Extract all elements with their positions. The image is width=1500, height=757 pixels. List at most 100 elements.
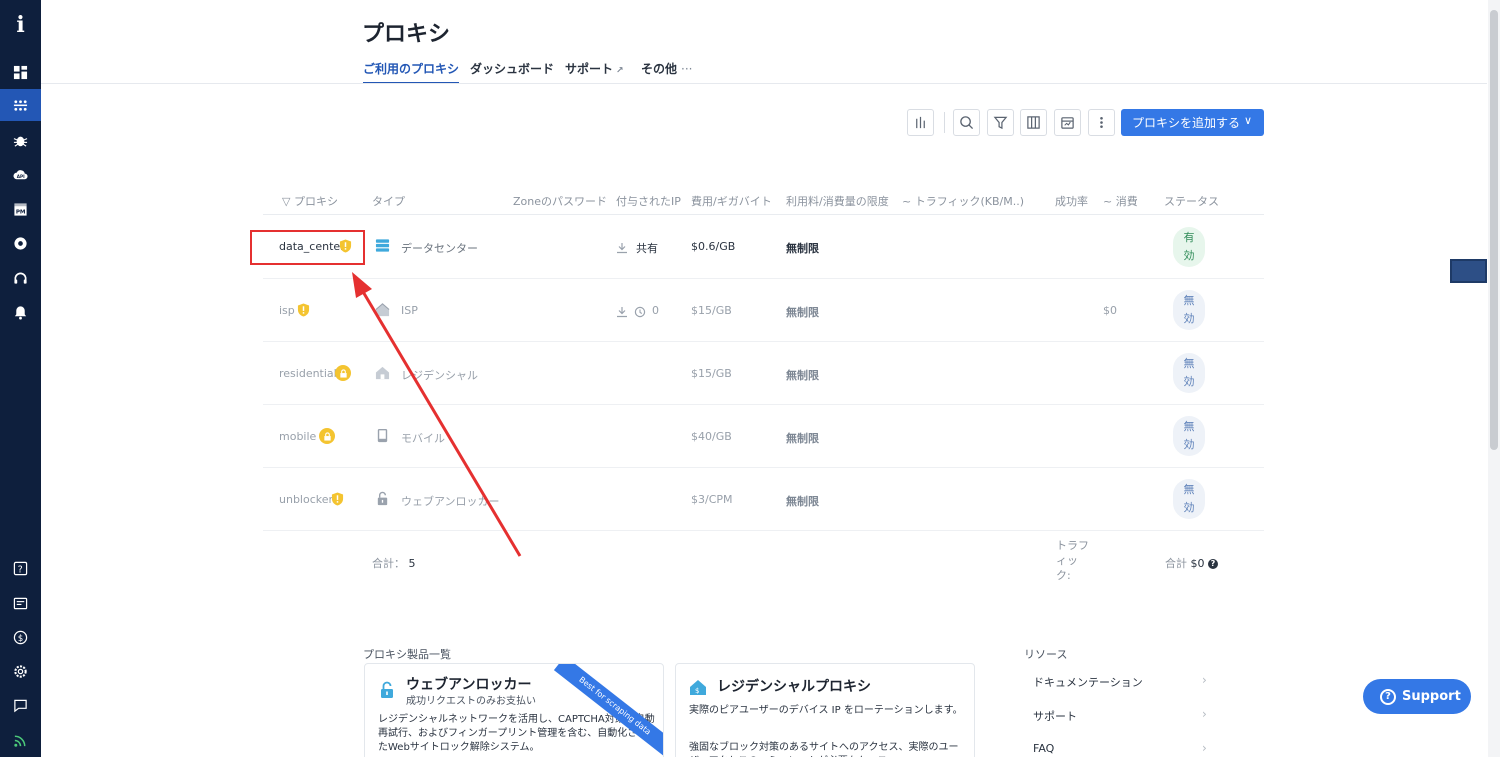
chart-icon[interactable] (907, 109, 934, 136)
status-badge[interactable]: 無効 (1173, 290, 1205, 330)
help-icon[interactable]: ? (0, 552, 41, 584)
product-card-web-unlocker[interactable]: ウェブアンロッカー 成功リクエストのみお支払い レジデンシャルネットワークを活用… (364, 663, 664, 757)
type-label: レジデンシャル (401, 369, 478, 382)
type-label: ウェブアンロッカー (401, 495, 500, 508)
zone-name-residential[interactable]: residential (279, 367, 337, 380)
datacenter-icon (375, 239, 390, 252)
column-header-success[interactable]: 成功率 (1055, 193, 1088, 209)
download-icon[interactable] (616, 242, 628, 254)
type-label: ISP (401, 304, 418, 317)
chevron-right-icon: › (1202, 741, 1207, 755)
resource-support-link[interactable]: サポート (1033, 708, 1077, 724)
browser-icon[interactable] (0, 227, 41, 259)
card-description: 実際のピアユーザーのデバイス IP をローテーションします。 (689, 705, 963, 716)
svg-text:$: $ (695, 687, 699, 695)
chevron-down-icon: ∨ (1243, 114, 1252, 127)
bug-icon[interactable] (0, 124, 41, 156)
column-header-status[interactable]: ステータス (1164, 193, 1219, 209)
floating-side-tab[interactable] (1450, 259, 1487, 283)
status-badge[interactable]: 無効 (1173, 416, 1205, 456)
settings-icon[interactable] (0, 655, 41, 687)
annotation-highlight-box (250, 230, 365, 265)
row-divider (263, 404, 1264, 405)
chevron-right-icon: › (1202, 673, 1207, 687)
home-icon (375, 366, 390, 380)
column-header-traffic[interactable]: ~ トラフィック(KB/M..) (902, 193, 1024, 209)
traffic-total-label: トラフィック: (1056, 539, 1089, 582)
tab-my-proxies[interactable]: ご利用のプロキシ (363, 60, 460, 84)
column-header-type[interactable]: タイプ (372, 193, 405, 209)
brand-logo[interactable]: i (0, 12, 41, 38)
filter-icon[interactable] (987, 109, 1014, 136)
zone-name-unblocker[interactable]: unblocker (279, 493, 333, 506)
cost-per-gb: $40/GB (691, 430, 732, 443)
card-title: レジデンシャルプロキシ (717, 679, 871, 695)
tab-more[interactable]: その他 ··· (641, 60, 692, 84)
pm-icon[interactable]: PM (0, 193, 41, 225)
column-header-limit[interactable]: 利用料/消費量の限度 (786, 193, 889, 209)
proxy-network-icon[interactable] (0, 89, 41, 121)
chat-icon[interactable] (0, 689, 41, 721)
rss-icon[interactable] (0, 724, 41, 756)
shield-warning-icon (297, 303, 310, 317)
card-title: ウェブアンロッカー (406, 677, 532, 693)
usage-limit: 無制限 (786, 242, 819, 255)
trend-icon: ~ (1103, 195, 1116, 208)
search-icon[interactable] (953, 109, 980, 136)
zone-name-isp[interactable]: isp (279, 304, 295, 317)
usage-limit: 無制限 (786, 495, 819, 508)
column-header-ip[interactable]: 付与されたIP (616, 193, 681, 209)
svg-text:PM: PM (16, 209, 26, 215)
resources-title: リソース (1024, 648, 1068, 661)
residential-home-icon: $ (690, 680, 706, 695)
tab-support[interactable]: サポート ↗ (565, 60, 624, 84)
zone-name-mobile[interactable]: mobile (279, 430, 316, 443)
cost-per-gb: $15/GB (691, 304, 732, 317)
bell-icon[interactable] (0, 296, 41, 328)
status-badge[interactable]: 有効 (1173, 227, 1205, 267)
assigned-ip: 共有 (636, 242, 658, 255)
row-divider (263, 530, 1264, 531)
mobile-icon (377, 428, 388, 443)
table-header-divider (263, 214, 1264, 215)
calendar-icon[interactable] (1054, 109, 1081, 136)
download-icon[interactable] (616, 306, 628, 318)
unlock-icon (377, 491, 388, 506)
lock-icon (335, 365, 351, 381)
add-proxy-button[interactable]: プロキシを追加する ∨ (1121, 109, 1264, 136)
status-badge[interactable]: 無効 (1173, 353, 1205, 393)
support-button[interactable]: ? Support (1363, 679, 1471, 714)
dashboard-icon[interactable] (0, 56, 41, 88)
svg-text:$: $ (18, 632, 23, 642)
resource-documentation-link[interactable]: ドキュメンテーション (1033, 674, 1143, 690)
cost-per-gb: $3/CPM (691, 493, 733, 506)
more-horizontal-icon: ··· (681, 62, 693, 76)
usage-limit: 無制限 (786, 306, 819, 319)
scrollbar-thumb[interactable] (1490, 10, 1498, 450)
external-link-icon: ↗ (616, 66, 624, 76)
question-circle-icon[interactable]: ? (1208, 559, 1218, 569)
headset-icon[interactable] (0, 262, 41, 294)
usage-limit: 無制限 (786, 369, 819, 382)
column-header-password[interactable]: Zoneのパスワード (513, 193, 607, 209)
lock-icon (319, 428, 335, 444)
total-cost: 合計 $0 ? (1165, 555, 1218, 571)
tab-dashboard[interactable]: ダッシュボード (470, 60, 554, 84)
column-header-cost[interactable]: 費用/ギガバイト (691, 193, 772, 209)
status-badge[interactable]: 無効 (1173, 479, 1205, 519)
more-vertical-icon[interactable] (1088, 109, 1115, 136)
filter-small-icon: ▽ (282, 195, 294, 208)
resource-faq-link[interactable]: FAQ (1033, 742, 1054, 755)
api-cloud-icon[interactable]: API (0, 158, 41, 190)
column-header-spend[interactable]: ~ 消費 (1103, 193, 1138, 209)
history-icon[interactable] (634, 306, 646, 318)
column-header-proxy[interactable]: ▽ プロキシ (282, 193, 338, 209)
svg-text:?: ? (18, 564, 23, 575)
question-circle-icon: ? (1380, 688, 1396, 705)
billing-icon[interactable] (0, 587, 41, 619)
product-card-residential[interactable]: $ レジデンシャルプロキシ 実際のピアユーザーのデバイス IP をローテーション… (675, 663, 975, 757)
dollar-icon[interactable]: $ (0, 621, 41, 653)
page-title: プロキシ (362, 22, 451, 47)
columns-icon[interactable] (1020, 109, 1047, 136)
cost-per-gb: $0.6/GB (691, 240, 736, 253)
